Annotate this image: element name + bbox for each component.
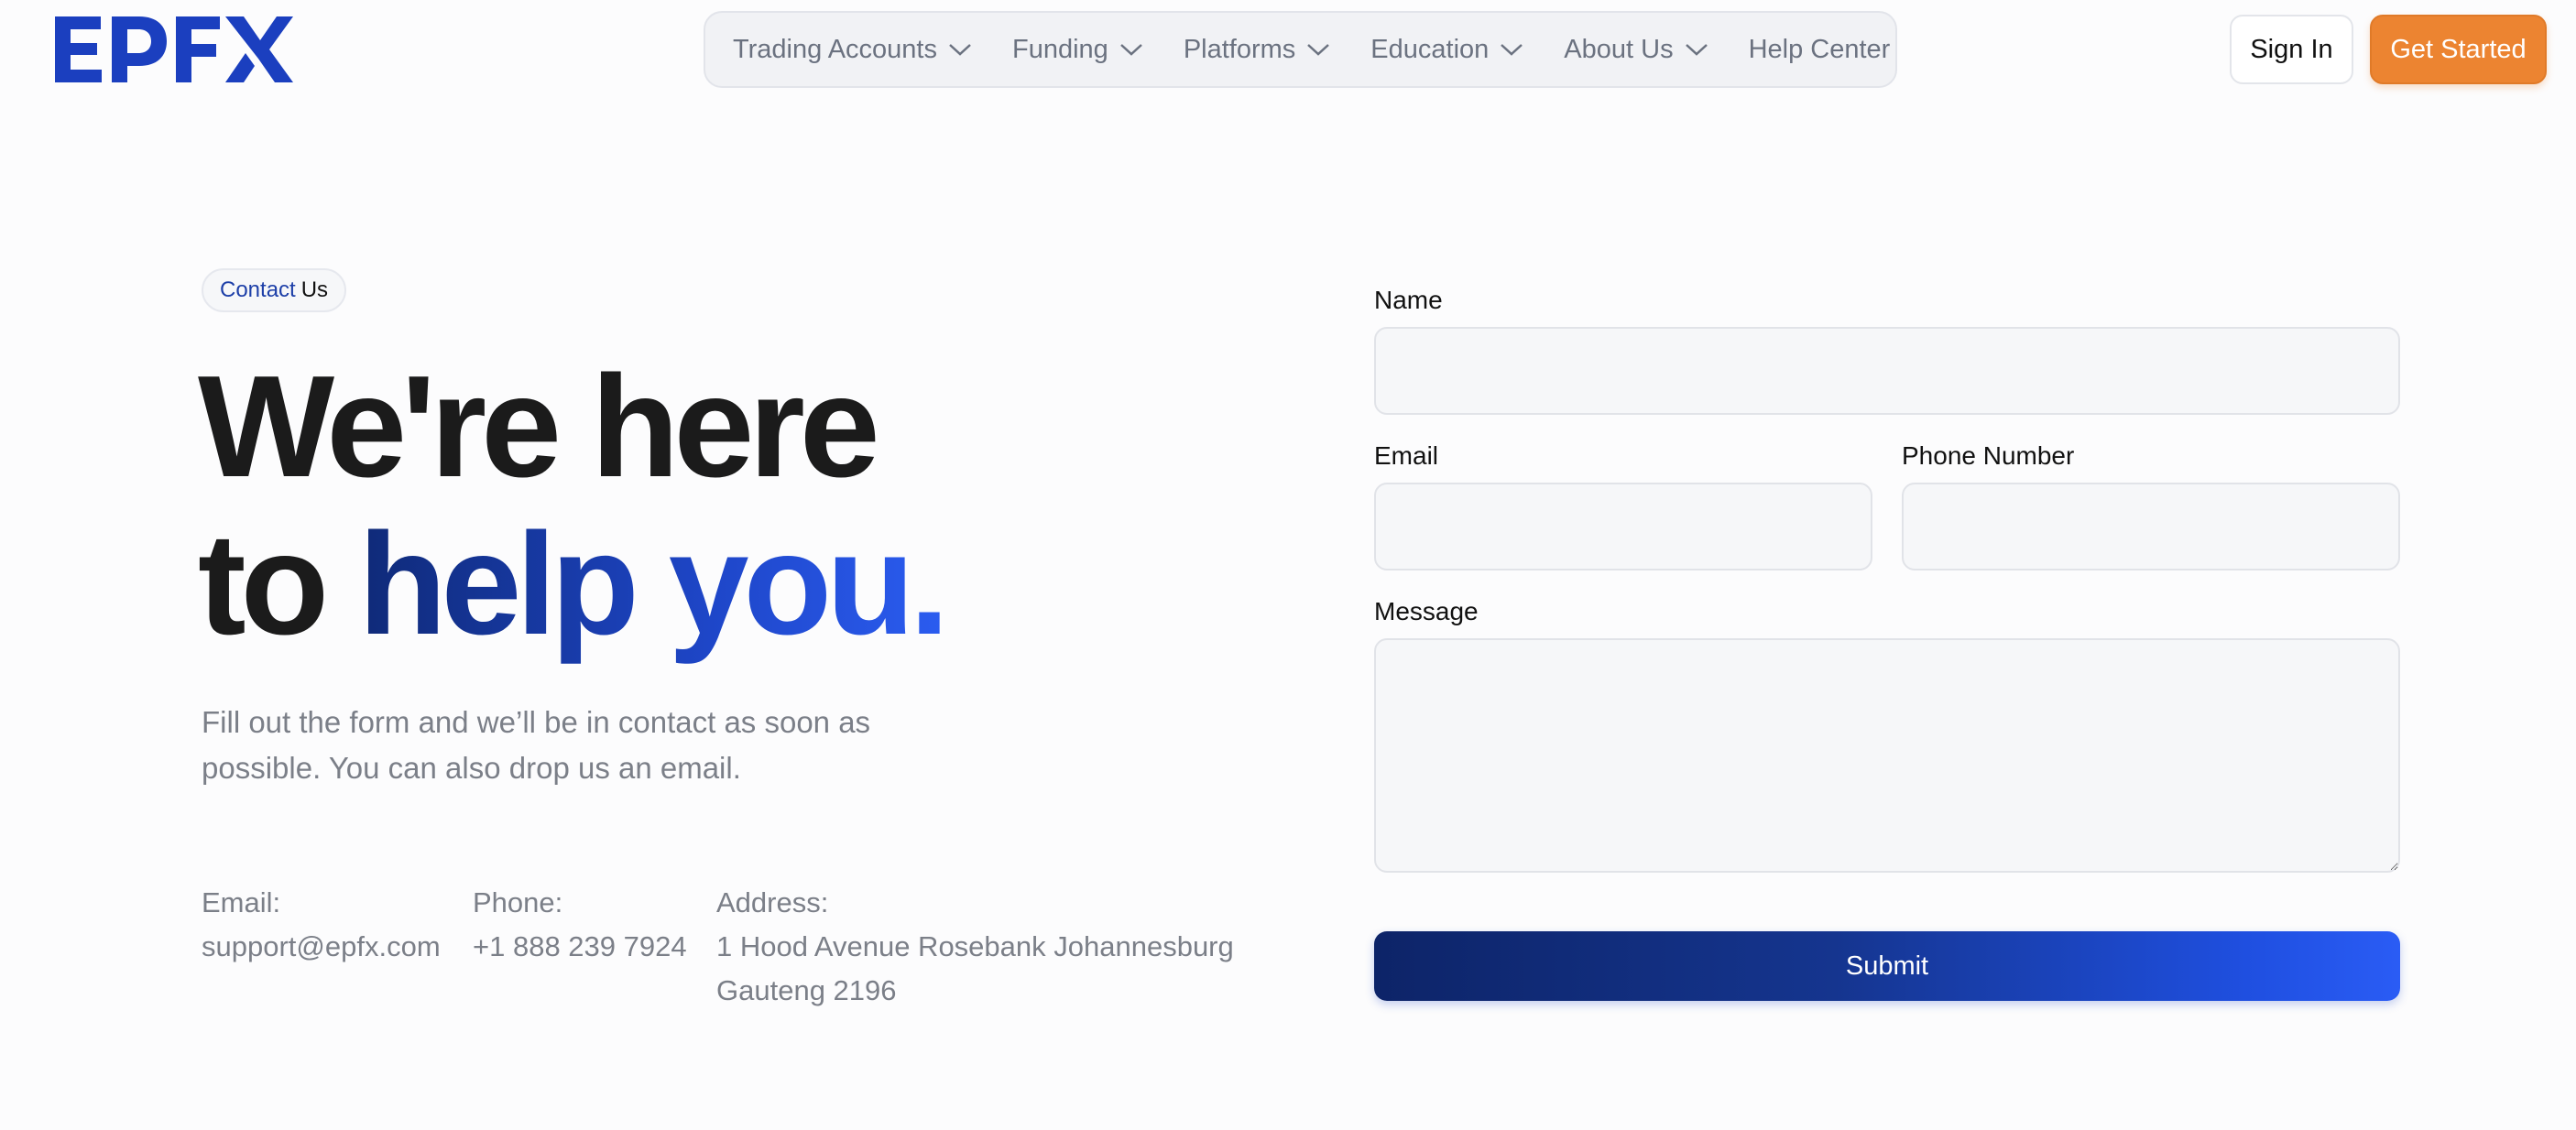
chevron-down-icon: [1119, 44, 1142, 56]
contact-phone-block: Phone: +1 888 239 7924: [473, 881, 687, 969]
chevron-down-icon: [1307, 44, 1330, 56]
badge-text-contact: Contact: [220, 277, 296, 302]
name-input[interactable]: [1374, 327, 2400, 415]
hero-heading: We're here to help you.: [198, 346, 950, 665]
email-input[interactable]: [1374, 483, 1872, 570]
nav-label: Platforms: [1183, 34, 1296, 64]
phone-number-input[interactable]: [1902, 483, 2400, 570]
hero-line-2-plain: to: [198, 504, 359, 665]
nav-item-funding[interactable]: Funding: [1012, 35, 1143, 65]
site-header: Trading Accounts Funding Platforms Educa…: [0, 0, 2576, 101]
email-value[interactable]: support@epfx.com: [202, 925, 441, 969]
address-line-1: 1 Hood Avenue Rosebank Johannesburg: [716, 930, 1234, 962]
phone-value[interactable]: +1 888 239 7924: [473, 925, 687, 969]
email-field-label: Email: [1374, 441, 1439, 470]
message-label: Message: [1374, 597, 1479, 625]
hero-description: Fill out the form and we’ll be in contac…: [202, 705, 871, 785]
contact-us-badge: Contact Us: [202, 268, 347, 312]
chevron-down-icon: [1685, 44, 1708, 56]
phone-number-label: Phone Number: [1902, 441, 2075, 470]
chevron-down-icon: [949, 44, 971, 56]
hero-line-2-accent: help you.: [358, 504, 949, 665]
nav-label: Help Center: [1748, 34, 1891, 64]
submit-button[interactable]: Submit: [1374, 931, 2400, 1001]
get-started-button[interactable]: Get Started: [2370, 15, 2547, 84]
nav-item-about-us[interactable]: About Us: [1564, 35, 1708, 65]
phone-label: Phone:: [473, 886, 563, 918]
address-line-2: Gauteng 2196: [716, 974, 897, 1006]
message-textarea[interactable]: [1374, 638, 2400, 873]
nav-label: Trading Accounts: [733, 34, 937, 64]
hero-line-1: We're here: [198, 346, 880, 507]
contact-email-block: Email: support@epfx.com: [202, 881, 441, 969]
contact-address-block: Address: 1 Hood Avenue Rosebank Johannes…: [716, 881, 1266, 1013]
nav-item-trading-accounts[interactable]: Trading Accounts: [733, 35, 972, 65]
chevron-down-icon: [1501, 44, 1523, 56]
email-label: Email:: [202, 886, 281, 918]
nav-item-platforms[interactable]: Platforms: [1184, 35, 1330, 65]
nav-label: Funding: [1012, 34, 1108, 64]
nav-item-help-center[interactable]: Help Center: [1749, 35, 1891, 65]
nav-label: About Us: [1564, 34, 1674, 64]
epfx-logo[interactable]: [53, 15, 293, 84]
nav-label: Education: [1370, 34, 1490, 64]
name-label: Name: [1374, 286, 1443, 314]
main-nav: Trading Accounts Funding Platforms Educa…: [704, 11, 1897, 88]
address-label: Address:: [716, 886, 829, 918]
nav-item-education[interactable]: Education: [1370, 35, 1523, 65]
badge-text-us: Us: [300, 277, 329, 302]
sign-in-button[interactable]: Sign In: [2230, 15, 2353, 84]
